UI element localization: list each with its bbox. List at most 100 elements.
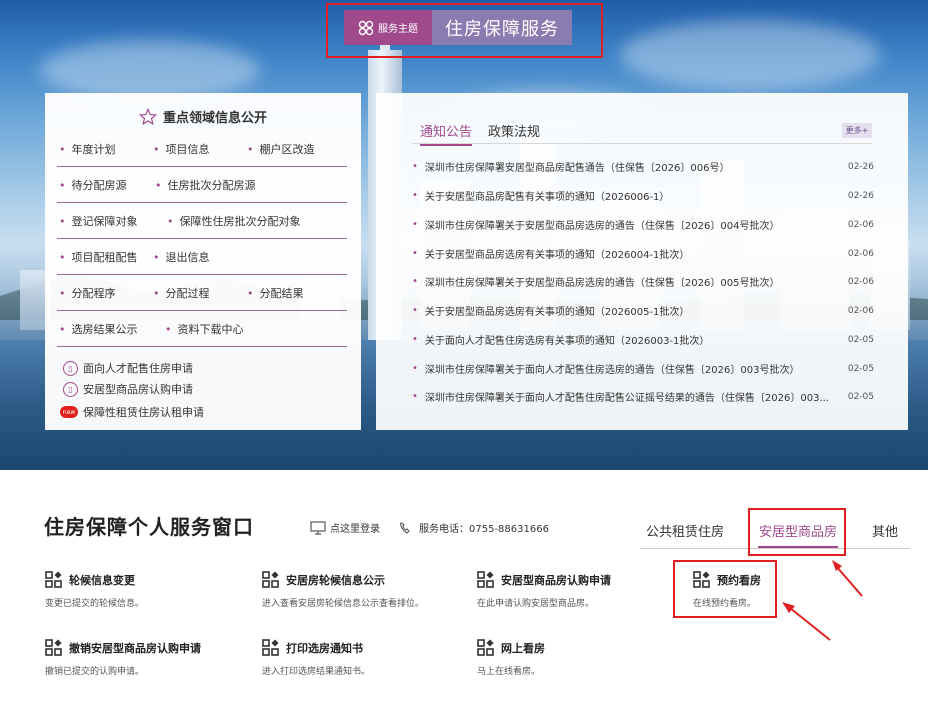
service-item-desc: 进入查看安居房轮候信息公示查看排位。 (262, 599, 425, 609)
rental-housing-apply-label: 保障性租赁住房认租申请 (83, 406, 204, 419)
service-item-cancel-purchase[interactable]: 撤销安居型商品房认购申请 撤销已提交的认购申请。 (45, 639, 201, 677)
affordable-housing-apply-link[interactable]: ▯ 安居型商品房认购申请 (63, 381, 193, 397)
grid-apps-icon (477, 571, 494, 588)
service-item-title: 打印选房通知书 (286, 641, 363, 655)
grid-apps-icon (45, 639, 62, 656)
login-link[interactable]: 点这里登录 (310, 520, 380, 535)
more-button[interactable]: 更多+ (842, 123, 872, 138)
talent-housing-apply-link[interactable]: ▯ 面向人才配售住房申请 (63, 360, 193, 376)
news-date: 02-05 (847, 391, 874, 402)
info-link-process[interactable]: 分配过程 (153, 285, 210, 301)
news-item[interactable]: • 关于安居型商品房选房有关事项的通知（2026004-1批次） 02-06 (412, 246, 874, 261)
service-item-desc: 进入打印选房结果通知书。 (262, 667, 371, 677)
news-item[interactable]: • 深圳市住房保障署安居型商品房配售通告（住保售〔2026〕006号） 02-26 (412, 159, 874, 174)
info-link-selection-result[interactable]: 选房结果公示 (59, 321, 138, 337)
info-link-registered[interactable]: 登记保障对象 (59, 213, 138, 229)
document-icon: ▯ (63, 381, 78, 397)
phone-icon (400, 521, 410, 534)
info-link-rent-sale[interactable]: 项目配租配售 (59, 249, 138, 265)
service-item-print-notice[interactable]: 打印选房通知书 进入打印选房结果通知书。 (262, 639, 370, 677)
news-date: 02-26 (847, 190, 874, 201)
news-date: 02-26 (847, 161, 874, 172)
talent-housing-apply-label: 面向人才配售住房申请 (83, 362, 193, 375)
tab-highlight-box (748, 508, 846, 556)
info-link-batch-housing[interactable]: 住房批次分配房源 (155, 177, 256, 193)
news-title: 关于安居型商品房选房有关事项的通知（2026005-1批次） (424, 307, 690, 318)
grid-apps-icon (262, 571, 279, 588)
service-item-desc: 变更已提交的轮候信息。 (45, 599, 145, 609)
news-title: 深圳市住房保障署关于面向人才配售住房配售公证摇号结果的通告（住保售〔2026〕0… (424, 393, 829, 404)
news-title: 深圳市住房保障署安居型商品房配售通告（住保售〔2026〕006号） (424, 163, 730, 174)
news-title: 深圳市住房保障署关于安居型商品房选房的通告（住保售〔2026〕004号批次） (424, 221, 780, 232)
news-date: 02-06 (847, 248, 874, 259)
arrow-annotation-icon (782, 602, 831, 641)
tabs-divider (412, 143, 872, 144)
service-item-desc: 马上在线看房。 (477, 667, 541, 677)
info-row: 分配程序 分配过程 分配结果 (57, 275, 347, 311)
news-title: 关于面向人才配售住房选房有关事项的通知（2026003-1批次） (424, 336, 710, 347)
news-date: 02-06 (847, 305, 874, 316)
info-row: 登记保障对象 保障性住房批次分配对象 (57, 203, 347, 239)
info-row: 项目配租配售 退出信息 (57, 239, 347, 275)
info-link-project-info[interactable]: 项目信息 (153, 141, 210, 157)
news-panel: 通知公告 政策法规 更多+ • 深圳市住房保障署安居型商品房配售通告（住保售〔20… (376, 93, 908, 430)
arrow-annotation-icon (832, 560, 863, 597)
news-date: 02-05 (847, 334, 874, 345)
news-item[interactable]: • 关于安居型商品房选房有关事项的通知（2026005-1批次） 02-06 (412, 303, 874, 318)
news-title: 深圳市住房保障署关于面向人才配售住房选房的通告（住保售〔2026〕003号批次） (424, 365, 800, 376)
news-item[interactable]: • 深圳市住房保障署关于面向人才配售住房选房的通告（住保售〔2026〕003号批次… (412, 361, 874, 376)
banner-title: 住房保障服务 (432, 10, 572, 45)
news-date: 02-06 (847, 219, 874, 230)
news-item[interactable]: • 深圳市住房保障署关于安居型商品房选房的通告（住保售〔2026〕005号批次） 0… (412, 274, 874, 289)
tab-other[interactable]: 其他 (872, 521, 898, 540)
grid-icon (358, 20, 374, 35)
service-highlight-box (673, 560, 777, 618)
document-icon: ▯ (63, 360, 78, 376)
news-title: 深圳市住房保障署关于安居型商品房选房的通告（住保售〔2026〕005号批次） (424, 278, 780, 289)
service-item-title: 轮候信息变更 (69, 573, 135, 587)
key-info-panel: 重点领域信息公开 年度计划 项目信息 棚户区改造 待分配房源 住房批次分配房源 … (45, 93, 361, 430)
news-item[interactable]: • 关于安居型商品房配售有关事项的通知（2026006-1） 02-26 (412, 188, 874, 203)
affordable-housing-apply-label: 安居型商品房认购申请 (83, 383, 193, 396)
grid-apps-icon (477, 639, 494, 656)
news-date: 02-06 (847, 276, 874, 287)
grid-apps-icon (45, 571, 62, 588)
rental-housing-apply-link[interactable]: new 保障性租赁住房认租申请 (60, 404, 204, 420)
news-item[interactable]: • 关于面向人才配售住房选房有关事项的通知（2026003-1批次） 02-05 (412, 332, 874, 347)
service-theme-badge[interactable]: 服务主题 住房保障服务 (344, 10, 572, 45)
service-phone-text: 服务电话：0755-88631666 (419, 524, 549, 535)
service-item-title: 撤销安居型商品房认购申请 (69, 641, 201, 655)
service-item-online-viewing[interactable]: 网上看房 马上在线看房。 (477, 639, 545, 677)
grid-apps-icon (262, 639, 279, 656)
info-row: 选房结果公示 资料下载中心 (57, 311, 347, 347)
monitor-icon (310, 520, 326, 535)
login-label: 点这里登录 (330, 524, 380, 535)
info-link-result[interactable]: 分配结果 (247, 285, 304, 301)
service-item-desc: 在此申请认购安居型商品房。 (477, 599, 595, 609)
info-link-shantytown[interactable]: 棚户区改造 (247, 141, 315, 157)
news-title: 关于安居型商品房选房有关事项的通知（2026004-1批次） (424, 250, 690, 261)
service-item-waiting-info-notice[interactable]: 安居房轮候信息公示 进入查看安居房轮候信息公示查看排位。 (262, 571, 424, 609)
service-theme-label: 服务主题 (378, 24, 418, 35)
info-link-annual-plan[interactable]: 年度计划 (59, 141, 116, 157)
key-info-heading: 重点领域信息公开 (45, 107, 361, 126)
service-item-waiting-info-change[interactable]: 轮候信息变更 变更已提交的轮候信息。 (45, 571, 144, 609)
service-item-title: 安居型商品房认购申请 (501, 573, 611, 587)
news-item[interactable]: • 深圳市住房保障署关于面向人才配售住房配售公证摇号结果的通告（住保售〔2026〕… (412, 389, 874, 404)
new-badge-icon: new (60, 406, 78, 418)
service-item-desc: 撤销已提交的认购申请。 (45, 667, 145, 677)
key-info-heading-text: 重点领域信息公开 (162, 111, 267, 126)
tab-public-rental[interactable]: 公共租赁住房 (646, 521, 724, 540)
info-link-pending-housing[interactable]: 待分配房源 (59, 177, 127, 193)
news-item[interactable]: • 深圳市住房保障署关于安居型商品房选房的通告（住保售〔2026〕004号批次） 0… (412, 217, 874, 232)
info-row: 年度计划 项目信息 棚户区改造 (57, 131, 347, 167)
service-theme-tag: 服务主题 (344, 10, 432, 45)
info-link-batch-objects[interactable]: 保障性住房批次分配对象 (167, 213, 301, 229)
service-phone: 服务电话：0755-88631666 (398, 520, 549, 535)
service-item-purchase-apply[interactable]: 安居型商品房认购申请 在此申请认购安居型商品房。 (477, 571, 611, 609)
info-link-downloads[interactable]: 资料下载中心 (165, 321, 244, 337)
info-link-procedure[interactable]: 分配程序 (59, 285, 116, 301)
info-link-exit[interactable]: 退出信息 (153, 249, 210, 265)
service-item-title: 安居房轮候信息公示 (286, 573, 385, 587)
news-date: 02-05 (847, 363, 874, 374)
